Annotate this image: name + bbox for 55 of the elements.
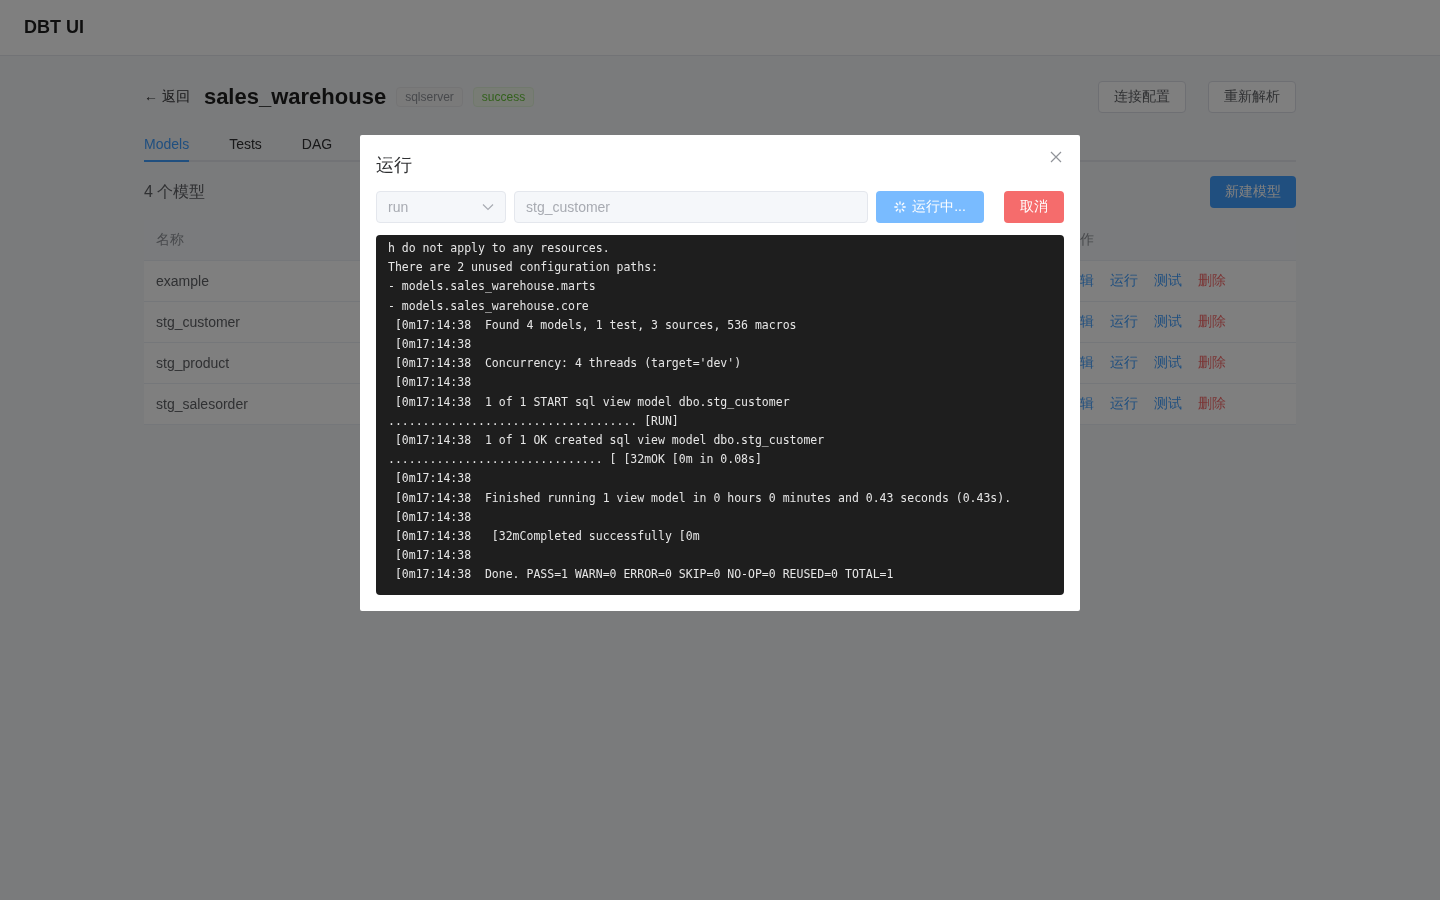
log-line: [0m17:14:38 Finished running 1 view model in 0 hours 0 minutes and 0.43 seconds (0.43s). [393, 489, 1013, 507]
log-line: [0m17:14:38 Done. PASS=1 WARN=0 ERROR=0 SKIP=0 NO-OP=0 REUSED=0 TOTAL=1 [393, 566, 895, 584]
close-icon[interactable] [1050, 151, 1062, 163]
action-link[interactable]: 运行 [1110, 395, 1138, 413]
cancel-button[interactable]: 取消 [1004, 191, 1064, 223]
log-line: .................................... [RUN] [388, 412, 680, 430]
log-line: - models.sales_warehouse.core [388, 297, 590, 315]
project-title: sales_warehouse [203, 84, 387, 110]
table-cell: example [156, 273, 209, 289]
header-button[interactable]: 连接配置 [1098, 81, 1186, 113]
tab[interactable]: Models [144, 126, 190, 162]
log-line: [0m17:14:38 Concurrency: 4 threads (target='dev') [393, 355, 743, 373]
table-cell: stg_salesorder [156, 396, 248, 412]
action-link[interactable]: 辑 [1080, 354, 1094, 372]
action-link[interactable]: 辑 [1080, 395, 1094, 413]
header-button[interactable]: 重新解析 [1208, 81, 1296, 113]
log-line: [0m17:14:38 [393, 508, 473, 526]
table-cell: stg_product [156, 355, 230, 371]
log-line: [0m17:14:38 [393, 374, 473, 392]
action-link[interactable]: 测试 [1154, 313, 1182, 331]
action-link[interactable]: 测试 [1154, 272, 1182, 290]
spinner-icon [894, 201, 907, 213]
log-line: [0m17:14:38 [32mCompleted successfully [0m [393, 528, 701, 546]
action-link[interactable]: 运行 [1110, 272, 1138, 290]
log-line: [0m17:14:38 [393, 470, 473, 488]
model-count: 4 个模型 [144, 181, 206, 202]
action-link[interactable]: 删除 [1198, 395, 1226, 413]
tab[interactable]: DAG [301, 126, 333, 162]
log-line: ............................... [ [32mOK [0m in 0.08s] [388, 451, 763, 469]
log-line: [0m17:14:38 1 of 1 START sql view model dbo.stg_customer [393, 393, 791, 411]
back-link[interactable]: ← 返回 [144, 88, 190, 106]
new-model-button[interactable]: 新建模型 [1210, 176, 1296, 208]
table-cell: stg_customer [156, 314, 241, 330]
action-link[interactable]: 测试 [1154, 395, 1182, 413]
log-line: [0m17:14:38 [393, 547, 473, 565]
tab[interactable]: Tests [229, 126, 262, 162]
caret-icon [482, 203, 494, 211]
action-link[interactable]: 辑 [1080, 313, 1094, 331]
action-link[interactable]: 运行 [1110, 313, 1138, 331]
action-link[interactable]: 删除 [1198, 354, 1226, 372]
log-line: h do not apply to any resources. [388, 240, 611, 257]
tag: success [472, 87, 535, 107]
action-link[interactable]: 辑 [1080, 272, 1094, 290]
action-link[interactable]: 删除 [1198, 313, 1226, 331]
log-line: There are 2 unused configuration paths: [388, 259, 660, 277]
log-line: [0m17:14:38 1 of 1 OK created sql view model dbo.stg_customer [393, 432, 826, 450]
run-button[interactable]: 运行中... [876, 191, 984, 223]
log-line: [0m17:14:38 Found 4 models, 1 test, 3 sources, 536 macros [393, 316, 798, 334]
action-link[interactable]: 测试 [1154, 354, 1182, 372]
dialog-title: 运行 [376, 154, 412, 177]
log-line: [0m17:14:38 [393, 336, 473, 353]
log-line: - models.sales_warehouse.marts [388, 278, 597, 296]
app-title: DBT UI [24, 17, 84, 38]
action-link[interactable]: 运行 [1110, 354, 1138, 372]
action-link[interactable]: 删除 [1198, 272, 1226, 290]
